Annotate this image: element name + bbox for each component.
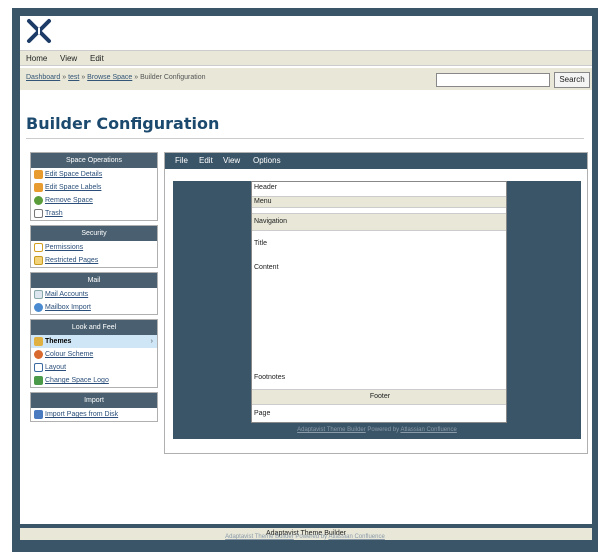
layout-icon bbox=[34, 363, 43, 372]
sidebar: Space Operations Edit Space Details Edit… bbox=[30, 152, 158, 426]
builder-menu-view[interactable]: View bbox=[223, 156, 240, 165]
breadcrumb-test[interactable]: test bbox=[68, 74, 79, 81]
sidebar-item-label[interactable]: Layout bbox=[45, 364, 66, 371]
sidebar-item-label[interactable]: Mailbox Import bbox=[45, 304, 91, 311]
preview-footnotes[interactable]: Footnotes bbox=[252, 374, 506, 381]
logo-icon bbox=[34, 376, 43, 385]
divider bbox=[26, 138, 584, 139]
page-frame: Home View Edit Dashboard » test » Browse… bbox=[12, 8, 598, 552]
search-input[interactable] bbox=[436, 73, 550, 87]
sidebar-item-label[interactable]: Edit Space Details bbox=[45, 171, 102, 178]
builder-menubar: File Edit View Options bbox=[165, 153, 587, 169]
builder-menu-file[interactable]: File bbox=[175, 156, 188, 165]
bottom-footer: Adaptavist Theme Builder Powered by Atla… bbox=[12, 534, 598, 540]
section-header: Mail bbox=[31, 273, 157, 288]
sidebar-item-label[interactable]: Permissions bbox=[45, 244, 83, 251]
layout-preview: Header Menu Navigation Title Content Foo… bbox=[251, 181, 507, 423]
pencil-icon bbox=[34, 183, 43, 192]
sidebar-item-label[interactable]: Colour Scheme bbox=[45, 351, 93, 358]
breadcrumb-browse-space[interactable]: Browse Space bbox=[87, 74, 132, 81]
builder-canvas-footer: Adaptavist Theme Builder Powered by Atla… bbox=[173, 427, 581, 433]
footer-link-confluence[interactable]: Atlassian Confluence bbox=[328, 534, 384, 540]
sidebar-item-edit-space-labels[interactable]: Edit Space Labels bbox=[31, 181, 157, 194]
footer-link-confluence[interactable]: Atlassian Confluence bbox=[400, 427, 456, 433]
sidebar-item-import-pages[interactable]: Import Pages from Disk bbox=[31, 408, 157, 421]
sidebar-item-change-space-logo[interactable]: Change Space Logo bbox=[31, 374, 157, 387]
section-space-operations: Space Operations Edit Space Details Edit… bbox=[30, 152, 158, 221]
mail-icon bbox=[34, 290, 43, 299]
footer-powered-by: Powered by bbox=[367, 427, 400, 433]
chevron-right-icon: › bbox=[150, 338, 153, 345]
menu-view[interactable]: View bbox=[60, 54, 77, 63]
section-security: Security Permissions Restricted Pages bbox=[30, 225, 158, 268]
sidebar-item-trash[interactable]: Trash bbox=[31, 207, 157, 220]
section-header: Import bbox=[31, 393, 157, 408]
sidebar-item-label[interactable]: Change Space Logo bbox=[45, 377, 109, 384]
restricted-page-icon bbox=[34, 256, 43, 265]
builder-canvas: Header Menu Navigation Title Content Foo… bbox=[173, 181, 581, 439]
sidebar-item-themes[interactable]: Themes › bbox=[31, 335, 157, 348]
preview-menu[interactable]: Menu bbox=[252, 196, 506, 208]
logo-bar bbox=[20, 16, 592, 46]
sidebar-item-label[interactable]: Remove Space bbox=[45, 197, 93, 204]
section-header: Space Operations bbox=[31, 153, 157, 168]
footer-link-theme-builder[interactable]: Adaptavist Theme Builder bbox=[297, 427, 366, 433]
section-header: Look and Feel bbox=[31, 320, 157, 335]
breadcrumb: Dashboard » test » Browse Space » Builde… bbox=[26, 74, 206, 81]
sidebar-item-restricted-pages[interactable]: Restricted Pages bbox=[31, 254, 157, 267]
builder-menu-options[interactable]: Options bbox=[253, 156, 281, 165]
confluence-logo-icon[interactable] bbox=[26, 18, 52, 44]
sidebar-item-label[interactable]: Themes bbox=[45, 338, 71, 345]
breadcrumb-dashboard[interactable]: Dashboard bbox=[26, 74, 60, 81]
menu-home[interactable]: Home bbox=[26, 54, 47, 63]
sidebar-item-label[interactable]: Mail Accounts bbox=[45, 291, 88, 298]
preview-header[interactable]: Header bbox=[252, 184, 506, 191]
page-body: Home View Edit Dashboard » test » Browse… bbox=[20, 16, 592, 540]
themes-icon bbox=[34, 337, 43, 346]
footer-link-theme-builder[interactable]: Adaptavist Theme Builder bbox=[225, 534, 294, 540]
theme-builder-panel: File Edit View Options Header Menu Navig… bbox=[164, 152, 588, 454]
search-button[interactable]: Search bbox=[554, 72, 590, 88]
sidebar-item-mailbox-import[interactable]: Mailbox Import bbox=[31, 301, 157, 314]
top-menubar: Home View Edit bbox=[20, 50, 592, 66]
builder-menu-edit[interactable]: Edit bbox=[199, 156, 213, 165]
breadcrumb-current: Builder Configuration bbox=[140, 74, 206, 81]
mailbox-import-icon bbox=[34, 303, 43, 312]
preview-footer[interactable]: Footer bbox=[252, 389, 506, 405]
section-mail: Mail Mail Accounts Mailbox Import bbox=[30, 272, 158, 315]
page-title: Builder Configuration bbox=[26, 114, 220, 133]
breadcrumb-bar: Dashboard » test » Browse Space » Builde… bbox=[20, 68, 592, 90]
sidebar-item-colour-scheme[interactable]: Colour Scheme bbox=[31, 348, 157, 361]
sidebar-item-label[interactable]: Trash bbox=[45, 210, 63, 217]
footer-powered-by: Powered by bbox=[295, 534, 328, 540]
sidebar-item-permissions[interactable]: Permissions bbox=[31, 241, 157, 254]
sidebar-item-label[interactable]: Restricted Pages bbox=[45, 257, 98, 264]
sidebar-item-remove-space[interactable]: Remove Space bbox=[31, 194, 157, 207]
palette-icon bbox=[34, 350, 43, 359]
sidebar-item-label[interactable]: Import Pages from Disk bbox=[45, 411, 118, 418]
remove-icon bbox=[34, 196, 43, 205]
preview-title[interactable]: Title bbox=[252, 240, 506, 247]
sidebar-item-layout[interactable]: Layout bbox=[31, 361, 157, 374]
pencil-icon bbox=[34, 170, 43, 179]
sidebar-item-label[interactable]: Edit Space Labels bbox=[45, 184, 101, 191]
breadcrumb-separator: » bbox=[62, 74, 67, 81]
section-header: Security bbox=[31, 226, 157, 241]
section-import: Import Import Pages from Disk bbox=[30, 392, 158, 422]
section-look-and-feel: Look and Feel Themes › Colour Scheme Lay… bbox=[30, 319, 158, 388]
import-icon bbox=[34, 410, 43, 419]
preview-content[interactable]: Content bbox=[252, 264, 506, 271]
breadcrumb-separator: » bbox=[134, 74, 139, 81]
breadcrumb-separator: » bbox=[81, 74, 86, 81]
preview-navigation[interactable]: Navigation bbox=[252, 213, 506, 231]
menu-edit[interactable]: Edit bbox=[90, 54, 104, 63]
trash-icon bbox=[34, 209, 43, 218]
sidebar-item-edit-space-details[interactable]: Edit Space Details bbox=[31, 168, 157, 181]
sidebar-item-mail-accounts[interactable]: Mail Accounts bbox=[31, 288, 157, 301]
preview-page[interactable]: Page bbox=[252, 410, 506, 417]
lock-icon bbox=[34, 243, 43, 252]
